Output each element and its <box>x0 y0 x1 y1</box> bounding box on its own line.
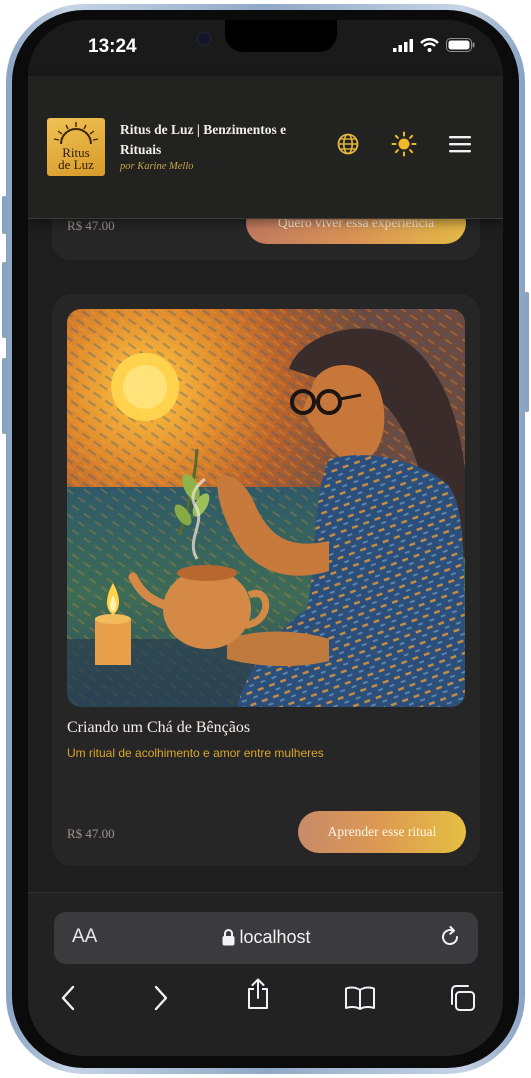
address-bar[interactable]: AA localhost <box>54 912 478 964</box>
ritual-price: R$ 47.00 <box>67 826 115 841</box>
back-icon[interactable] <box>51 981 85 1015</box>
status-time: 13:24 <box>88 36 137 57</box>
site-author: por Karine Mello <box>120 161 194 172</box>
battery-icon <box>446 38 475 57</box>
site-header: Ritus de Luz Ritus de Luz | Benzimentos … <box>28 76 503 219</box>
share-icon[interactable] <box>241 977 275 1011</box>
forward-icon[interactable] <box>144 981 178 1015</box>
ritual-title: Criando um Chá de Bênçãos <box>67 719 251 736</box>
cellular-signal-icon <box>393 38 413 57</box>
front-camera <box>197 32 211 46</box>
logo-text-de-luz: de Luz <box>58 157 94 172</box>
screen: R$ 47.00 Quero viver essa experiência Cr… <box>28 20 503 1056</box>
reload-icon[interactable] <box>438 925 462 954</box>
browser-toolbar: AA localhost <box>28 892 503 1056</box>
site-title: Ritus de Luz | Benzimentos e Rituais <box>120 122 287 157</box>
volume-up-button <box>2 262 7 338</box>
learn-ritual-button[interactable]: Aprender esse ritual <box>298 811 466 853</box>
status-bar: 13:24 <box>28 20 503 76</box>
url-text: localhost <box>239 927 311 947</box>
ritual-card: Criando um Chá de Bênçãos Um ritual de a… <box>52 294 480 866</box>
ritual-painting-image <box>67 309 465 707</box>
action-button <box>2 196 7 234</box>
globe-icon[interactable] <box>335 131 361 157</box>
sun-icon[interactable] <box>391 131 417 157</box>
tabs-icon[interactable] <box>445 981 479 1015</box>
status-icons <box>393 38 475 57</box>
ritual-subtitle: Um ritual de acolhimento e amor entre mu… <box>67 746 324 760</box>
power-button <box>524 292 529 412</box>
bookmarks-icon[interactable] <box>343 981 377 1015</box>
menu-icon[interactable] <box>447 131 473 157</box>
volume-down-button <box>2 358 7 434</box>
previous-card-price: R$ 47.00 <box>67 218 115 233</box>
site-logo[interactable]: Ritus de Luz <box>47 118 105 176</box>
wifi-icon <box>420 38 439 57</box>
dynamic-island <box>225 20 337 52</box>
